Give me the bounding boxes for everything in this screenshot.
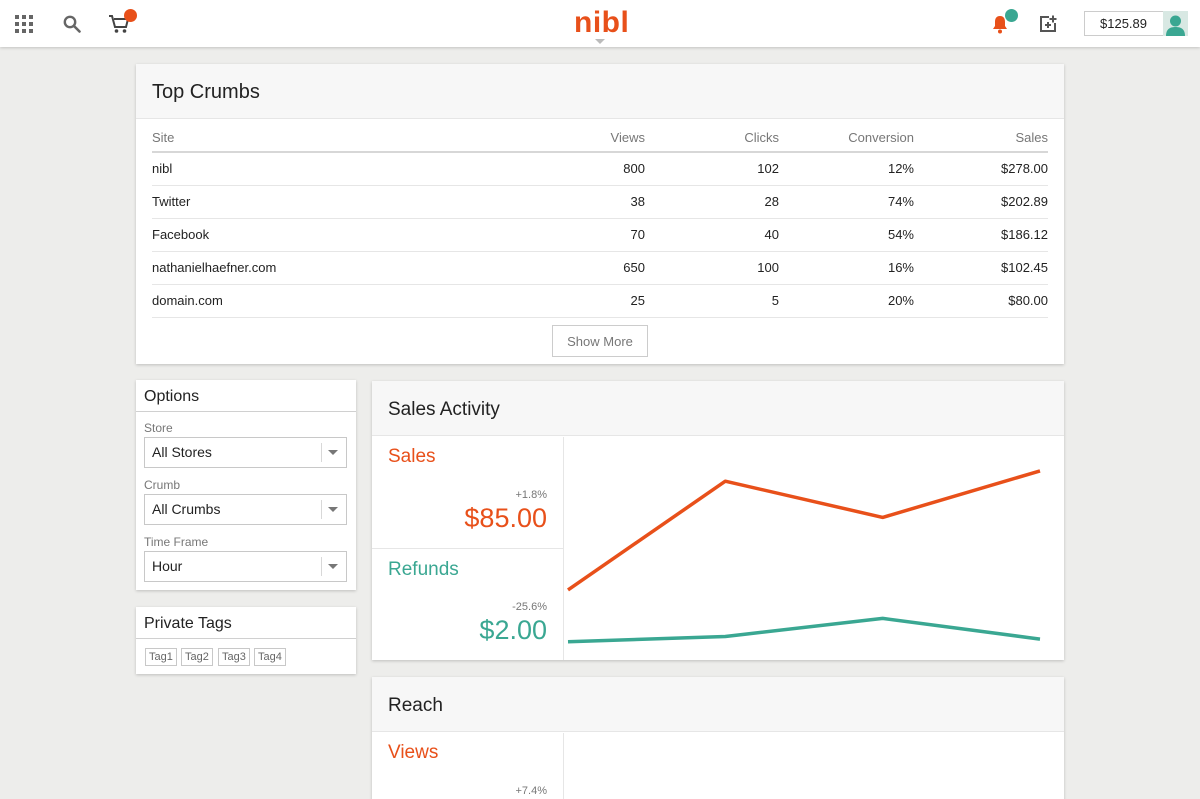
table-row[interactable]: nathanielhaefner.com 650 100 16% $102.45 [152, 251, 1048, 285]
top-crumbs-card: Top Crumbs Site Views Clicks Conversion … [136, 64, 1064, 364]
tag-chip[interactable]: Tag4 [254, 648, 286, 666]
cell-conversion: 20% [779, 284, 914, 318]
refunds-series-line [567, 616, 1041, 644]
search-icon[interactable] [60, 12, 84, 36]
sales-series-line [567, 469, 1041, 592]
chevron-down-icon [328, 507, 338, 512]
cell-clicks: 28 [645, 185, 779, 219]
sales-stat: Sales +1.8% $85.00 [372, 437, 564, 549]
views-stat: Views +7.4% [372, 733, 564, 799]
chevron-down-icon [328, 564, 338, 569]
cell-site: Twitter [152, 185, 538, 219]
cell-site: nibl [152, 152, 538, 186]
top-crumbs-table: Site Views Clicks Conversion Sales nibl … [152, 120, 1048, 318]
notification-count-badge: 4 [1005, 9, 1018, 22]
select-divider [321, 557, 322, 576]
sales-delta: +1.8% [515, 489, 548, 501]
sales-activity-card: Sales Activity Sales +1.8% $85.00 Refund… [372, 381, 1064, 660]
sales-activity-chart [567, 469, 1041, 644]
table-row[interactable]: domain.com 25 5 20% $80.00 [152, 284, 1048, 318]
cell-views: 25 [538, 284, 645, 318]
sales-activity-title: Sales Activity [372, 381, 1064, 436]
column-header-site[interactable]: Site [152, 120, 538, 153]
reach-card: Reach Views +7.4% [372, 677, 1064, 799]
crumb-label: Crumb [144, 478, 181, 492]
store-select[interactable]: All Stores [144, 437, 347, 468]
sales-label: Sales [388, 446, 436, 467]
cell-conversion: 16% [779, 251, 914, 285]
column-header-views[interactable]: Views [538, 120, 645, 153]
cell-clicks: 40 [645, 218, 779, 252]
refunds-stat: Refunds -25.6% $2.00 [372, 549, 564, 660]
table-row[interactable]: Facebook 70 40 54% $186.12 [152, 218, 1048, 252]
sales-value: $85.00 [464, 503, 547, 533]
cell-sales: $80.00 [914, 284, 1048, 318]
refunds-delta: -25.6% [512, 601, 547, 613]
cell-sales: $102.45 [914, 251, 1048, 285]
options-panel: Options Store All Stores Crumb All Crumb… [136, 380, 356, 590]
refunds-value: $2.00 [479, 615, 547, 645]
timeframe-select-value: Hour [152, 558, 183, 574]
cell-views: 38 [538, 185, 645, 219]
private-tags-title: Private Tags [136, 607, 356, 639]
tag-chip[interactable]: Tag3 [218, 648, 250, 666]
avatar-icon[interactable] [1163, 11, 1188, 36]
cell-clicks: 102 [645, 152, 779, 186]
timeframe-select[interactable]: Hour [144, 551, 347, 582]
grid-icon[interactable] [12, 12, 36, 36]
cell-site: domain.com [152, 284, 538, 318]
cell-conversion: 74% [779, 185, 914, 219]
reach-title: Reach [372, 677, 1064, 732]
select-divider [321, 500, 322, 519]
cell-clicks: 100 [645, 251, 779, 285]
options-title: Options [136, 380, 356, 412]
views-delta: +7.4% [515, 785, 548, 797]
cell-views: 650 [538, 251, 645, 285]
cell-conversion: 12% [779, 152, 914, 186]
table-row[interactable]: Twitter 38 28 74% $202.89 [152, 185, 1048, 219]
logo[interactable]: nibl [574, 6, 629, 40]
top-crumbs-title: Top Crumbs [136, 64, 1064, 119]
column-header-clicks[interactable]: Clicks [645, 120, 779, 153]
crumb-select[interactable]: All Crumbs [144, 494, 347, 525]
cell-views: 70 [538, 218, 645, 252]
column-header-sales[interactable]: Sales [914, 120, 1048, 153]
cell-clicks: 5 [645, 284, 779, 318]
table-row[interactable]: nibl 800 102 12% $278.00 [152, 152, 1048, 186]
column-header-conversion[interactable]: Conversion [779, 120, 914, 153]
show-more-button[interactable]: Show More [552, 325, 648, 357]
add-item-icon[interactable] [1036, 12, 1060, 36]
refunds-label: Refunds [388, 559, 459, 580]
private-tags-panel: Private Tags Tag1 Tag2 Tag3 Tag4 [136, 607, 356, 674]
cell-sales: $186.12 [914, 218, 1048, 252]
views-label: Views [388, 742, 439, 763]
cart-count-badge: 4 [124, 9, 137, 22]
chevron-down-icon [328, 450, 338, 455]
tag-chip[interactable]: Tag1 [145, 648, 177, 666]
store-select-value: All Stores [152, 444, 212, 460]
timeframe-label: Time Frame [144, 535, 209, 549]
tag-chip[interactable]: Tag2 [181, 648, 213, 666]
cart-icon[interactable]: 4 [107, 9, 137, 36]
top-bar: 4 nibl 4 $125.89 [0, 0, 1200, 47]
crumb-select-value: All Crumbs [152, 501, 221, 517]
cell-views: 800 [538, 152, 645, 186]
cell-sales: $202.89 [914, 185, 1048, 219]
cell-site: Facebook [152, 218, 538, 252]
cell-site: nathanielhaefner.com [152, 251, 538, 285]
cell-conversion: 54% [779, 218, 914, 252]
bell-icon[interactable]: 4 [988, 9, 1018, 36]
chevron-down-icon[interactable] [595, 39, 605, 44]
cell-sales: $278.00 [914, 152, 1048, 186]
store-label: Store [144, 421, 173, 435]
select-divider [321, 443, 322, 462]
